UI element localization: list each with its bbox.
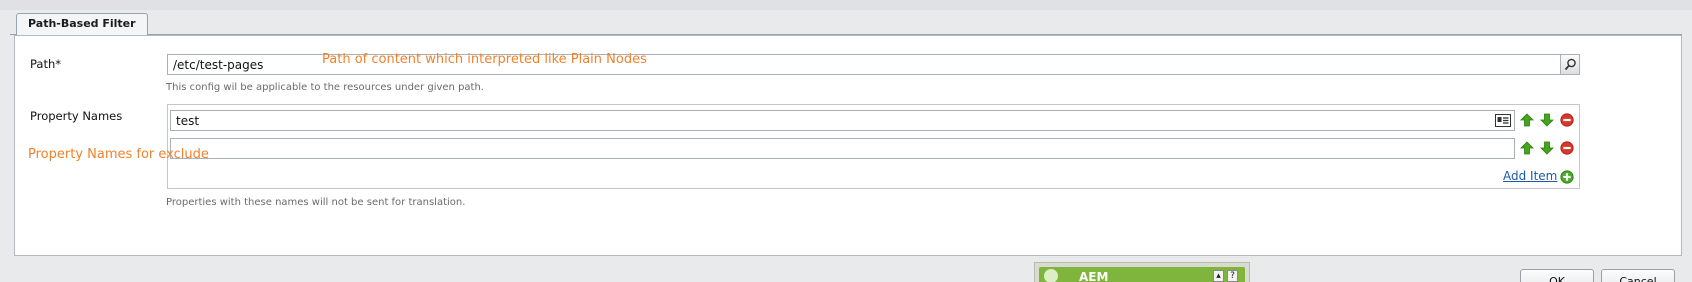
move-up-icon[interactable] bbox=[1520, 113, 1534, 127]
move-up-icon[interactable] bbox=[1520, 141, 1534, 155]
property-name-field-2[interactable] bbox=[170, 138, 1515, 159]
path-annotation: Path of content which interpreted like P… bbox=[322, 52, 647, 67]
property-name-field-1[interactable]: test bbox=[170, 110, 1515, 131]
path-value[interactable]: /etc/test-pages bbox=[173, 58, 263, 72]
add-icon[interactable] bbox=[1560, 170, 1574, 184]
id-card-icon[interactable] bbox=[1495, 114, 1511, 127]
aem-title: AEM bbox=[1079, 270, 1109, 282]
cancel-button[interactable]: Cancel bbox=[1601, 269, 1675, 282]
ok-button[interactable]: OK bbox=[1520, 269, 1594, 282]
help-icon[interactable]: ? bbox=[1227, 270, 1238, 282]
dialog-top-strip bbox=[0, 0, 1692, 10]
remove-icon[interactable] bbox=[1560, 113, 1574, 127]
property-name-value-1[interactable]: test bbox=[176, 114, 199, 128]
minimize-icon[interactable]: ▴ bbox=[1213, 270, 1224, 282]
path-hint: This config wil be applicable to the res… bbox=[166, 82, 484, 93]
search-icon bbox=[1564, 58, 1576, 71]
property-names-hint: Properties with these names will not be … bbox=[166, 197, 466, 208]
aem-logo-icon bbox=[1044, 269, 1058, 282]
tab-bar: Path-Based Filter bbox=[10, 10, 1682, 36]
add-item-link[interactable]: Add Item bbox=[1503, 169, 1557, 183]
remove-icon[interactable] bbox=[1560, 141, 1574, 155]
property-names-label: Property Names bbox=[30, 109, 123, 123]
move-down-icon[interactable] bbox=[1540, 141, 1554, 155]
aem-titlebar[interactable]: AEM ▴ ? bbox=[1039, 267, 1245, 282]
tab-path-based-filter[interactable]: Path-Based Filter bbox=[16, 13, 148, 36]
path-label: Path* bbox=[30, 57, 62, 71]
property-names-annotation: Property Names for exclude bbox=[28, 147, 209, 162]
path-browse-button[interactable] bbox=[1560, 55, 1579, 74]
aem-taskbar-window[interactable]: AEM ▴ ? bbox=[1034, 262, 1250, 282]
move-down-icon[interactable] bbox=[1540, 113, 1554, 127]
